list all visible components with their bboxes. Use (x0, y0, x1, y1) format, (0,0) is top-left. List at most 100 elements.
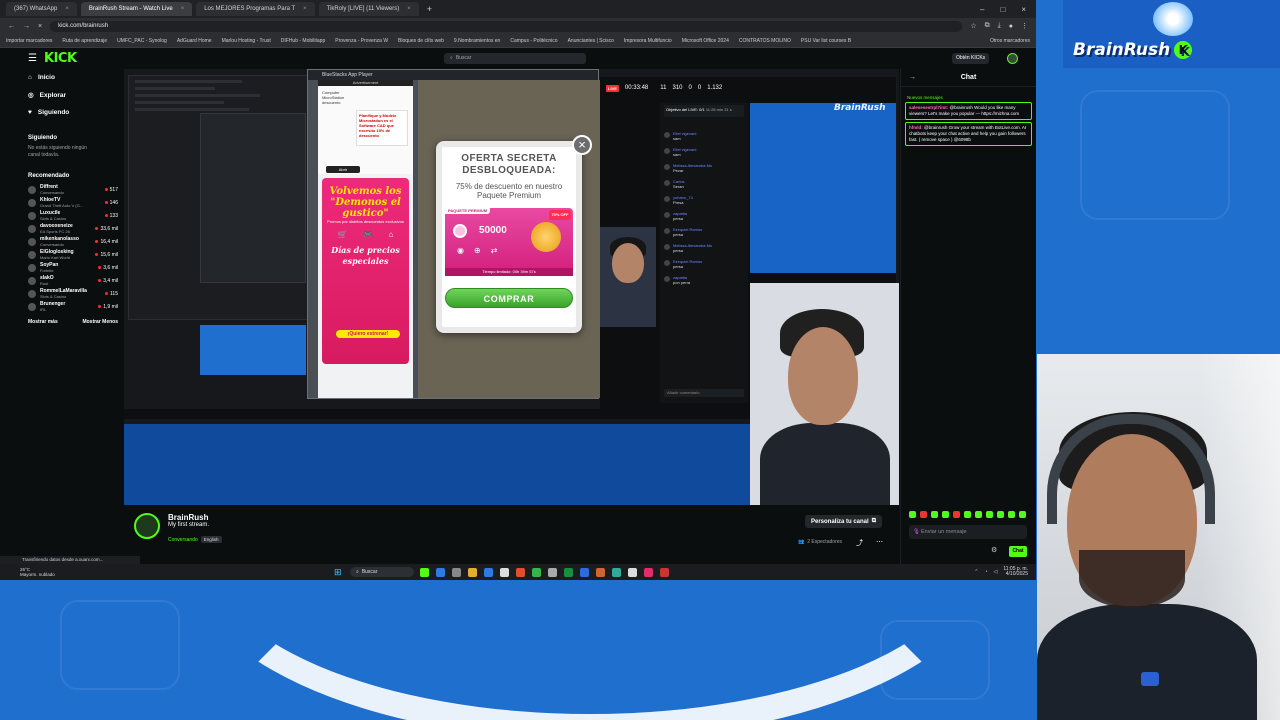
bookmark-item[interactable]: DIFHub - Mobilitapp (281, 38, 325, 44)
share-icon[interactable]: ⤴ (856, 538, 863, 548)
app-icon[interactable] (420, 567, 429, 577)
emote-icon[interactable] (997, 511, 1004, 518)
close-window-icon[interactable]: × (1021, 5, 1026, 14)
app-icon[interactable] (532, 567, 541, 577)
list-item[interactable]: Luxucile Slots & Casino 133 (0, 209, 122, 222)
chevron-up-icon[interactable]: ⌃ (974, 569, 978, 575)
show-more-link[interactable]: Mostrar más (28, 319, 58, 325)
bookmark-item[interactable]: CONTRATOS MOLINO (739, 38, 791, 44)
list-item[interactable]: mikenkanolasso Conversando 16,4 mil (0, 235, 122, 248)
app-icon[interactable] (500, 567, 509, 577)
emote-icon[interactable] (986, 511, 993, 518)
kick-logo[interactable]: KICK (44, 51, 77, 66)
list-item[interactable]: ElGloglosking Mario Kart World 15,6 mil (0, 248, 122, 261)
app-icon[interactable] (484, 567, 493, 577)
maximize-icon[interactable]: □ (1000, 5, 1005, 14)
emote-icon[interactable] (1019, 511, 1026, 518)
bookmark-item[interactable]: Campus - Politécnico (510, 38, 557, 44)
other-bookmarks[interactable]: Otros marcadores (990, 38, 1030, 44)
emote-icon[interactable] (942, 511, 949, 518)
list-item[interactable]: Brunenger IRL 1,9 mil (0, 300, 122, 313)
app-icon[interactable] (612, 567, 621, 577)
download-icon[interactable]: ⤓ (998, 22, 1001, 30)
buy-button[interactable]: COMPRAR (445, 288, 573, 308)
app-icon[interactable] (660, 567, 669, 577)
language-tag[interactable]: English (200, 536, 222, 543)
bookmark-item[interactable]: Microsoft Office 2024 (682, 38, 729, 44)
app-icon[interactable] (548, 567, 557, 577)
bookmark-item[interactable]: PSU Var list courses B (801, 38, 851, 44)
app-icon[interactable] (580, 567, 589, 577)
app-icon[interactable] (516, 567, 525, 577)
tab-programas[interactable]: Los MEJORES Programas Para T × (196, 2, 315, 16)
close-icon[interactable]: × (65, 6, 69, 12)
app-icon[interactable] (644, 567, 653, 577)
bookmark-item[interactable]: AdGuard Home (177, 38, 212, 44)
list-item[interactable]: davooxeneize EA Sports FC 26 33,6 mil (0, 222, 122, 235)
emote-icon[interactable] (964, 511, 971, 518)
mic-icon[interactable]: 🎙 (913, 529, 920, 535)
app-icon[interactable] (596, 567, 605, 577)
list-item[interactable]: Diffrent Conversando 517 (0, 183, 122, 196)
url-field[interactable]: kick.com/brainrush (50, 20, 963, 32)
back-icon[interactable]: ← (8, 23, 15, 30)
show-less-link[interactable]: Mostrar Menos (82, 319, 118, 325)
list-item[interactable]: RommelLaMaravilla Slots & Casino 115 (0, 287, 122, 300)
ad-cta-button[interactable]: ¡Quiero estrenar! (336, 330, 400, 338)
list-item[interactable]: slakO Rust 3,4 mil (0, 274, 122, 287)
windows-start-icon[interactable]: ⊞ (334, 567, 342, 578)
gear-icon[interactable]: ⚙ (991, 546, 997, 554)
sidebar-item-inicio[interactable]: ⌂ Inicio (0, 69, 122, 86)
bookmark-item[interactable]: Marlou Hosting - Trust (222, 38, 271, 44)
chat-message-input[interactable]: 🎙 Enviar un mensaje (909, 525, 1027, 539)
close-icon[interactable]: × (303, 6, 307, 12)
app-icon[interactable] (628, 567, 637, 577)
avatar[interactable] (134, 513, 160, 539)
profile-icon[interactable]: ● (1009, 23, 1013, 30)
more-icon[interactable]: ⋯ (876, 538, 883, 546)
bookmark-item[interactable]: 9.Nombramientos en (454, 38, 500, 44)
get-kicks-button[interactable]: Obtén KICKs (952, 52, 990, 64)
stream-category[interactable]: Conversando (168, 537, 198, 543)
sidebar-item-siguiendo[interactable]: ♥ Siguiendo (0, 104, 122, 121)
minimize-icon[interactable]: – (980, 5, 984, 14)
search-input[interactable]: ⌕ Buscar (444, 52, 586, 64)
bookmark-star-icon[interactable]: ☆ (970, 22, 976, 30)
tab-brainrush[interactable]: BrainRush Stream - Watch Live × (80, 2, 193, 16)
weather-widget[interactable]: 26°C Mayorm. nublado (20, 567, 55, 577)
collapse-icon[interactable]: → (909, 74, 916, 81)
close-icon[interactable]: × (572, 135, 592, 155)
app-icon[interactable] (564, 567, 573, 577)
bookmark-item[interactable]: Importar marcadores (6, 38, 52, 44)
video-player[interactable]: BlueStacks App Player Advertisement Comp… (124, 69, 899, 505)
close-icon[interactable]: × (407, 6, 411, 12)
emote-icon[interactable] (975, 511, 982, 518)
menu-icon[interactable]: ⋮ (1021, 22, 1028, 30)
streamer-name[interactable]: BrainRush (168, 513, 222, 522)
bookmark-item[interactable]: Impresora Multifuncio (624, 38, 672, 44)
new-tab-icon[interactable]: + (427, 4, 432, 14)
bookmark-item[interactable]: Bloques de clíts web (398, 38, 444, 44)
avatar[interactable] (1007, 52, 1018, 64)
taskbar-search[interactable]: ⌕ Buscar (350, 567, 414, 577)
premium-package-card[interactable]: PAQUETE PREMIUM 75% OFF 50000 ◉ ⊕ ⇄ Tiem… (445, 207, 573, 276)
emote-icon[interactable] (920, 511, 927, 518)
close-icon[interactable]: × (181, 6, 185, 12)
bookmark-item[interactable]: Provenza - Provenza W (335, 38, 388, 44)
emote-icon[interactable] (953, 511, 960, 518)
ad-promo[interactable]: Planifique y Modele Microstation es el S… (356, 110, 408, 146)
emote-icon[interactable] (931, 511, 938, 518)
stop-icon[interactable]: × (38, 23, 42, 30)
customize-channel-button[interactable]: Personaliza tu canal ⧉ (805, 515, 882, 528)
chat-send-button[interactable]: Chat (1009, 546, 1027, 557)
ad-banner[interactable]: Volvemos los "Demonos el gustico" Promos… (322, 178, 409, 364)
tab-tikroly[interactable]: TikRoly [LIVE] (11 Viewers) × (318, 2, 419, 16)
bookmark-item[interactable]: Ruta de aprendizaje (62, 38, 107, 44)
forward-icon[interactable]: → (23, 23, 30, 30)
extensions-icon[interactable]: ⧉ (985, 22, 990, 30)
list-item[interactable]: SoyPan Fortnite 3,6 mil (0, 261, 122, 274)
hamburger-menu-icon[interactable]: ☰ (28, 53, 37, 64)
ad-open-button[interactable]: Abrir (326, 166, 360, 173)
app-icon[interactable] (452, 567, 461, 577)
bookmark-item[interactable]: UMFC_PAC - Synolog (117, 38, 167, 44)
